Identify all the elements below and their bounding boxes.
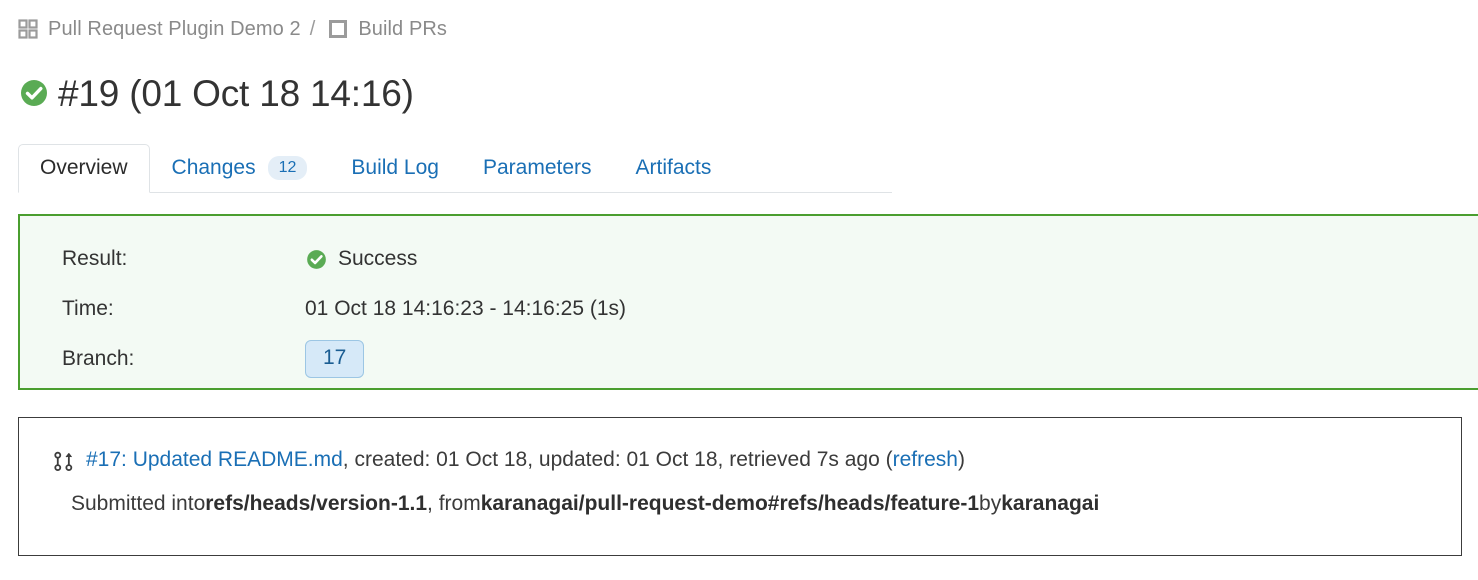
branch-label: Branch: [62, 347, 135, 370]
success-check-icon [305, 248, 328, 271]
tab-overview[interactable]: Overview [18, 143, 150, 193]
square-icon [328, 19, 348, 39]
time-label: Time: [62, 297, 114, 320]
breadcrumb-separator: / [309, 17, 316, 40]
pull-request-meta-close: ) [957, 448, 965, 471]
pull-request-link[interactable]: #17: Updated README.md [86, 444, 343, 477]
page-title-row: #19 (01 Oct 18 14:16) [18, 68, 414, 118]
breadcrumb-build-config-link[interactable]: Build PRs [358, 18, 447, 41]
tab-bar: Overview Changes 12 Build Log Parameters… [18, 143, 892, 193]
tab-build-log-label: Build Log [351, 155, 439, 179]
git-pull-request-icon [53, 451, 74, 472]
tab-parameters[interactable]: Parameters [461, 144, 614, 193]
pull-request-branch-line: Submitted into refs/heads/version-1.1 , … [19, 488, 1461, 521]
result-label: Result: [62, 247, 128, 270]
build-result-panel: Result: Success Time: 01 Oct 18 14:16:23… [18, 214, 1478, 390]
pull-request-panel: #17: Updated README.md , created: 01 Oct… [18, 417, 1462, 556]
breadcrumb-project-link[interactable]: Pull Request Plugin Demo 2 [48, 18, 301, 41]
branch-value-group: 17 [305, 340, 365, 378]
target-branch: refs/heads/version-1.1 [205, 491, 428, 515]
pull-request-author: karanagai [1001, 491, 1100, 515]
tab-changes-badge: 12 [267, 155, 308, 181]
branch-badge[interactable]: 17 [305, 340, 365, 378]
tab-artifacts-label: Artifacts [635, 155, 712, 179]
tab-overview-label: Overview [40, 155, 128, 179]
tab-parameters-label: Parameters [482, 155, 592, 179]
tab-build-log[interactable]: Build Log [329, 144, 461, 193]
tab-changes-label: Changes [171, 155, 256, 179]
result-row: Result: Success [20, 234, 1478, 284]
success-check-icon [18, 77, 50, 109]
pull-request-meta: , created: 01 Oct 18, updated: 01 Oct 18… [342, 448, 893, 471]
time-row: Time: 01 Oct 18 14:16:23 - 14:16:25 (1s) [20, 284, 1478, 334]
from-text: , from [427, 491, 481, 515]
branch-row: Branch: 17 [20, 334, 1478, 384]
tab-artifacts[interactable]: Artifacts [614, 144, 734, 193]
result-status-text: Success [338, 247, 418, 270]
time-value: 01 Oct 18 14:16:23 - 14:16:25 (1s) [305, 297, 627, 320]
refresh-link[interactable]: refresh [893, 444, 958, 477]
breadcrumb: Pull Request Plugin Demo 2 / Build PRs [18, 14, 447, 44]
result-value-group: Success [305, 247, 417, 271]
pull-request-summary-line: #17: Updated README.md , created: 01 Oct… [19, 444, 1461, 477]
submitted-prefix: Submitted into [71, 491, 206, 515]
by-text: by [979, 491, 1002, 515]
tab-changes[interactable]: Changes 12 [150, 144, 330, 193]
page-title: #19 (01 Oct 18 14:16) [58, 72, 414, 114]
source-branch: karanagai/pull-request-demo#refs/heads/f… [480, 491, 980, 515]
grid-icon [18, 19, 38, 39]
